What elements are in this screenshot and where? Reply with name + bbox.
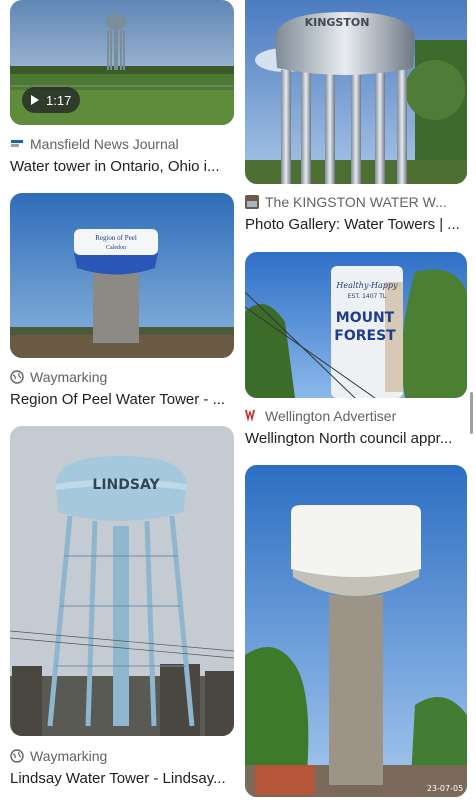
lindsay-tower-image: LINDSAY	[10, 426, 234, 736]
result-source: The KINGSTON WATER W...	[245, 194, 467, 210]
result-title[interactable]: Wellington North council appr...	[245, 430, 467, 447]
result-thumbnail[interactable]: KINGSTON	[245, 0, 467, 184]
video-duration-badge: 1:17	[22, 87, 81, 113]
result-source: Waymarking	[10, 748, 234, 764]
tower-label: KINGSTON	[305, 16, 370, 29]
region-of-peel-tower-image: Region of Peel Caledon	[10, 193, 234, 358]
result-thumbnail[interactable]: 1:17	[10, 0, 234, 125]
source-name: Mansfield News Journal	[30, 136, 179, 152]
source-name: Waymarking	[30, 369, 108, 385]
wa-logo-icon	[245, 409, 259, 423]
result-card-white-tower[interactable]: 23-07-05	[245, 465, 467, 797]
result-title[interactable]: Region Of Peel Water Tower - ...	[10, 391, 234, 408]
kingston-tower-image: KINGSTON	[245, 0, 467, 184]
news-journal-icon	[10, 137, 24, 151]
date-stamp: 23-07-05	[427, 784, 463, 793]
source-name: Waymarking	[30, 748, 108, 764]
result-thumbnail[interactable]: Region of Peel Caledon	[10, 193, 234, 358]
result-source: Wellington Advertiser	[245, 408, 467, 424]
result-title[interactable]: Photo Gallery: Water Towers | ...	[245, 216, 467, 233]
tower-slogan: Healthy-Happy	[335, 281, 398, 290]
video-duration: 1:17	[46, 92, 72, 108]
result-card-mount-forest[interactable]: Healthy-Happy EST. 1407 TL MOUNT FOREST …	[245, 252, 467, 447]
result-card-kingston[interactable]: KINGSTON The KINGSTON WATER W... Photo G…	[245, 0, 467, 233]
result-title[interactable]: Water tower in Ontario, Ohio i...	[10, 158, 234, 175]
result-title[interactable]: Lindsay Water Tower - Lindsay...	[10, 770, 234, 787]
white-tower-image: 23-07-05	[245, 465, 467, 797]
result-card-lindsay[interactable]: LINDSAY Waymarking Lindsay Water Tower -…	[10, 426, 234, 787]
result-source: Mansfield News Journal	[10, 136, 234, 152]
tower-label-line1: Region of Peel	[95, 234, 137, 242]
result-thumbnail[interactable]: Healthy-Happy EST. 1407 TL MOUNT FOREST	[245, 252, 467, 398]
source-name: Wellington Advertiser	[265, 408, 397, 424]
tower-label-line2: FOREST	[334, 328, 396, 344]
result-thumbnail[interactable]: 23-07-05	[245, 465, 467, 797]
tower-est: EST. 1407 TL	[348, 293, 387, 300]
result-thumbnail[interactable]: LINDSAY	[10, 426, 234, 736]
scrollbar-thumb[interactable]	[470, 392, 473, 434]
tower-label: LINDSAY	[92, 477, 160, 493]
kingston-site-icon	[245, 195, 259, 209]
tower-label-line2: Caledon	[106, 245, 126, 251]
result-card-region-of-peel[interactable]: Region of Peel Caledon Waymarking Region…	[10, 193, 234, 408]
tower-label-line1: MOUNT	[336, 310, 395, 326]
result-card-mansfield[interactable]: 1:17 Mansfield News Journal Water tower …	[10, 0, 234, 175]
play-icon	[31, 95, 39, 105]
source-name: The KINGSTON WATER W...	[265, 194, 447, 210]
globe-icon	[10, 370, 24, 384]
globe-icon	[10, 749, 24, 763]
result-source: Waymarking	[10, 369, 234, 385]
mount-forest-tower-image: Healthy-Happy EST. 1407 TL MOUNT FOREST	[245, 252, 467, 398]
